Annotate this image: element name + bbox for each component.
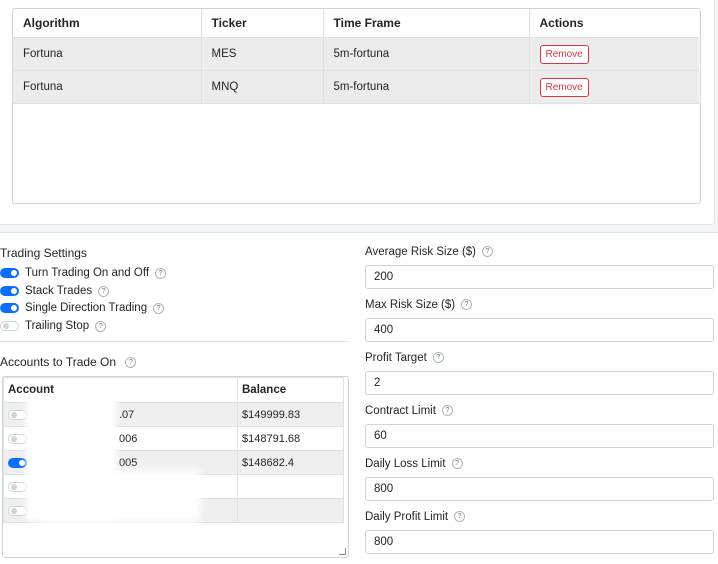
algorithm-cell: Fortuna: [13, 70, 202, 104]
info-icon[interactable]: ?: [155, 267, 167, 279]
info-icon[interactable]: ?: [441, 405, 453, 417]
toggle-label: Stack Trades: [25, 285, 93, 297]
info-icon[interactable]: ?: [451, 458, 463, 470]
toggle-switch[interactable]: [0, 303, 19, 313]
actions-cell: Remove: [529, 37, 699, 71]
toggle-label: Turn Trading On and Off: [25, 267, 150, 279]
info-icon[interactable]: ?: [454, 511, 466, 523]
remove-button[interactable]: Remove: [539, 44, 589, 64]
field-label-text: Profit Target: [365, 352, 427, 364]
toggle-trailing-stop[interactable]: Trailing Stop ?: [0, 318, 107, 334]
contract-limit-input[interactable]: [365, 424, 714, 448]
daily-profit-limit-input[interactable]: [365, 530, 714, 554]
field-label-text: Daily Profit Limit: [365, 511, 449, 523]
header-time-frame: Time Frame: [323, 9, 530, 38]
info-icon[interactable]: ?: [482, 246, 493, 258]
profit-target-input[interactable]: [365, 371, 714, 395]
accounts-title: Accounts to Trade On ?: [0, 355, 137, 369]
info-icon[interactable]: ?: [432, 352, 444, 364]
info-icon[interactable]: ?: [98, 285, 110, 297]
average-risk-size-label: Average Risk Size ($)?: [365, 246, 493, 258]
balance-cell: $148682.4: [237, 450, 344, 475]
account-toggle[interactable]: [8, 481, 27, 492]
toggle-stack-trades[interactable]: Stack Trades ?: [0, 283, 110, 299]
divider: [0, 341, 348, 342]
balance-cell: [237, 498, 344, 523]
header-actions: Actions: [529, 9, 699, 38]
toggle-switch[interactable]: [0, 321, 19, 331]
field-label-text: Max Risk Size ($): [365, 299, 456, 311]
max-risk-size-input[interactable]: [365, 318, 714, 342]
algorithms-header-row: Algorithm Ticker Time Frame Actions: [13, 9, 699, 38]
toggle-trading-on-off[interactable]: Turn Trading On and Off ?: [0, 265, 167, 281]
toggle-label: Single Direction Trading: [25, 302, 148, 314]
account-number: .07: [119, 408, 135, 421]
balance-cell: [237, 474, 344, 499]
account-number: 006: [119, 432, 138, 445]
daily-loss-limit-label: Daily Loss Limit?: [365, 458, 463, 470]
average-risk-size-input[interactable]: [365, 265, 714, 289]
algorithms-table-container[interactable]: Algorithm Ticker Time Frame Actions Fort…: [12, 8, 701, 204]
field-label-text: Contract Limit: [365, 405, 436, 417]
time-frame-cell: 5m-fortuna: [323, 37, 530, 71]
daily-loss-limit-input[interactable]: [365, 477, 714, 501]
account-number: 005: [119, 456, 138, 469]
toggle-single-direction[interactable]: Single Direction Trading ?: [0, 300, 165, 316]
field-label-text: Average Risk Size ($): [365, 246, 476, 258]
daily-profit-limit-label: Daily Profit Limit?: [365, 511, 466, 523]
accounts-label: Accounts to Trade On: [0, 355, 117, 369]
redaction-overlay: [40, 470, 200, 522]
account-toggle[interactable]: [8, 433, 27, 444]
actions-cell: Remove: [529, 70, 699, 104]
resize-grip-icon[interactable]: [339, 548, 346, 555]
field-label-text: Daily Loss Limit: [365, 458, 446, 470]
toggle-switch[interactable]: [0, 268, 19, 278]
toggle-switch[interactable]: [0, 286, 19, 296]
time-frame-cell: 5m-fortuna: [323, 70, 530, 104]
table-row: Fortuna MES 5m-fortuna Remove: [13, 37, 699, 71]
algorithms-table: Algorithm Ticker Time Frame Actions Fort…: [13, 9, 699, 104]
header-ticker: Ticker: [201, 9, 324, 38]
account-toggle[interactable]: [8, 409, 27, 420]
trading-settings-title: Trading Settings: [0, 246, 87, 260]
balance-cell: $149999.83: [237, 402, 344, 427]
ticker-cell: MES: [201, 37, 324, 71]
header-algorithm: Algorithm: [13, 9, 202, 38]
remove-button[interactable]: Remove: [539, 77, 589, 97]
info-icon[interactable]: ?: [461, 299, 473, 311]
profit-target-label: Profit Target?: [365, 352, 444, 364]
info-icon[interactable]: ?: [153, 302, 165, 314]
contract-limit-label: Contract Limit?: [365, 405, 453, 417]
balance-cell: $148791.68: [237, 426, 344, 451]
account-toggle[interactable]: [8, 505, 27, 516]
trading-settings-label: Trading Settings: [0, 246, 87, 260]
ticker-cell: MNQ: [201, 70, 324, 104]
table-row: Fortuna MNQ 5m-fortuna Remove: [13, 70, 699, 104]
toggle-label: Trailing Stop: [25, 320, 90, 332]
algorithms-card: Algorithm Ticker Time Frame Actions Fort…: [0, 0, 715, 225]
header-balance: Balance: [237, 377, 344, 403]
max-risk-size-label: Max Risk Size ($)?: [365, 299, 473, 311]
algorithm-cell: Fortuna: [13, 37, 202, 71]
info-icon[interactable]: ?: [95, 320, 107, 332]
info-icon[interactable]: ?: [125, 357, 137, 369]
account-toggle[interactable]: [8, 457, 27, 468]
